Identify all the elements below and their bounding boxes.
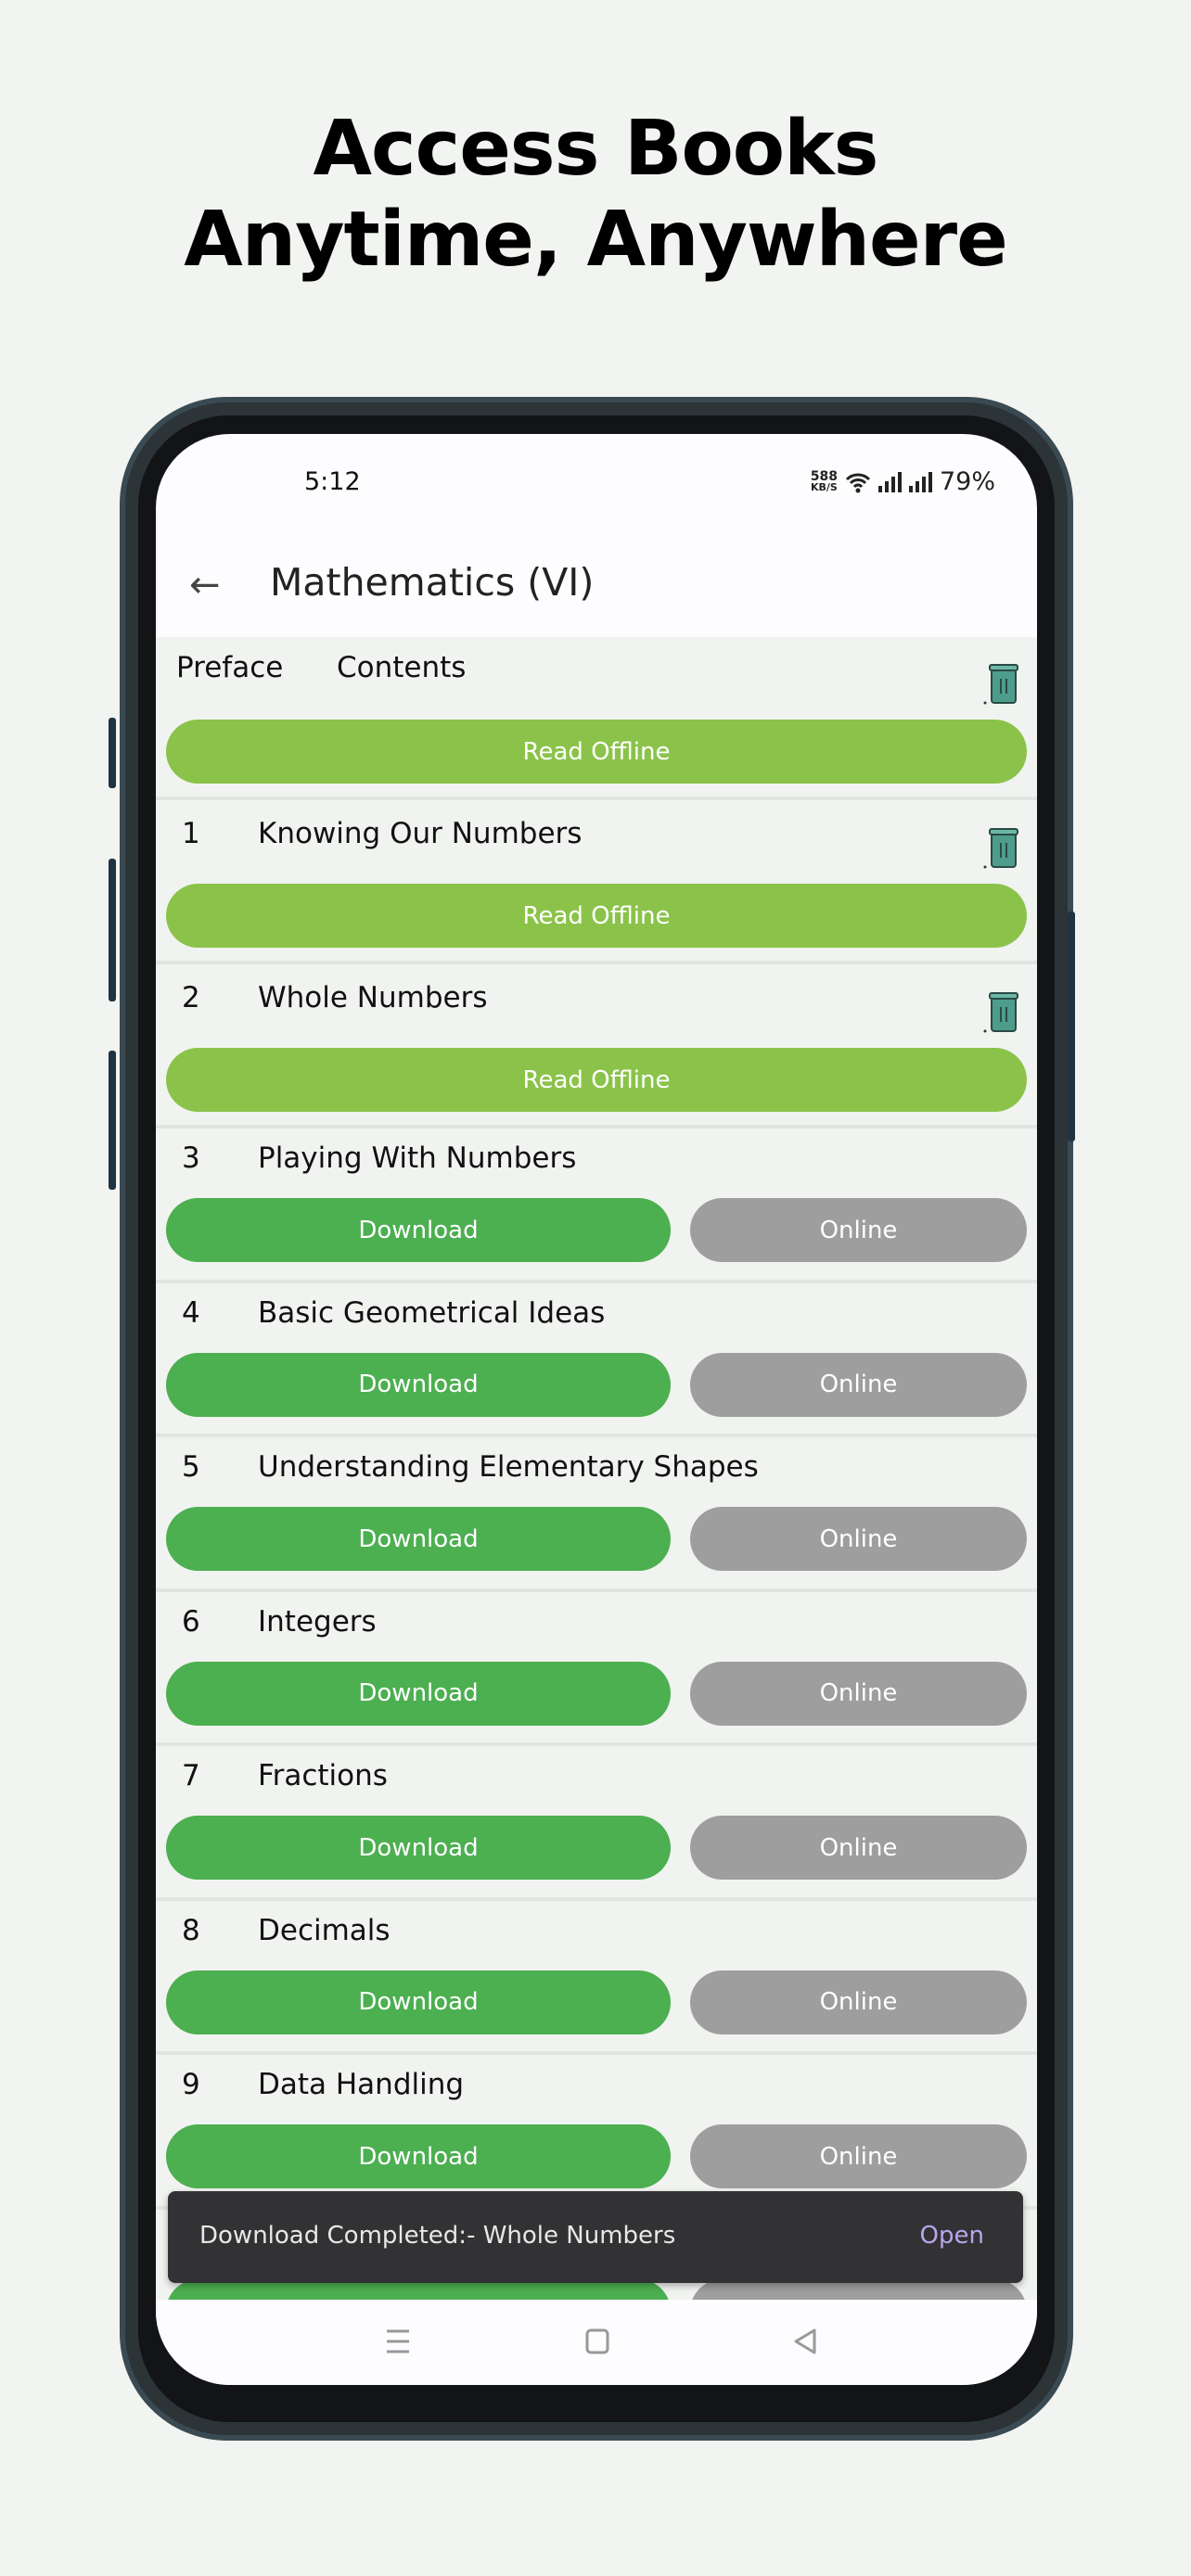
download-button[interactable]: Download <box>166 1198 671 1262</box>
chapter-row: 2 Whole Numbers Read Offline <box>156 961 1037 1125</box>
snackbar: Download Completed:- Whole Numbers Open <box>168 2191 1023 2283</box>
phone-power-button <box>1068 912 1075 1141</box>
status-bar: 5:12 588 KB/S 79% <box>156 434 1037 536</box>
phone-volume-up <box>109 859 116 1001</box>
signal-icon-1 <box>877 471 902 492</box>
chapter-number: 9 <box>182 2068 200 2101</box>
online-button[interactable]: Online <box>690 1970 1027 2034</box>
online-button[interactable]: Online <box>690 2124 1027 2188</box>
chapter-number: 5 <box>182 1450 200 1484</box>
chapter-row: 3 Playing With Numbers Download Online <box>156 1125 1037 1280</box>
back-triangle-icon[interactable] <box>792 2327 818 2355</box>
download-button[interactable]: Download <box>166 1661 671 1726</box>
system-nav-bar <box>156 2300 1037 2385</box>
phone-screen: 5:12 588 KB/S 79% ← Mathematics (VI) Pref… <box>156 434 1037 2385</box>
battery-percent: 79% <box>939 467 995 496</box>
chapter-title[interactable]: Integers <box>258 1605 377 1639</box>
online-button[interactable]: Online <box>690 1816 1027 1880</box>
chapter-row: 5 Understanding Elementary Shapes Download… <box>156 1434 1037 1588</box>
headline-line-1: Access Books <box>313 105 879 193</box>
chapter-list[interactable]: Preface Contents Read Offline 1 Knowing O… <box>156 637 1037 2385</box>
status-time: 5:12 <box>304 467 361 496</box>
chapter-number: 2 <box>182 981 200 1014</box>
read-offline-button[interactable]: Read Offline <box>166 884 1027 948</box>
online-button[interactable]: Online <box>690 1352 1027 1417</box>
network-speed: 588 KB/S <box>810 468 838 493</box>
download-button[interactable]: Download <box>166 1816 671 1880</box>
chapter-number: 7 <box>182 1759 200 1792</box>
download-button[interactable]: Download <box>166 1507 671 1571</box>
home-square-icon[interactable] <box>584 2327 610 2355</box>
chapter-title[interactable]: Basic Geometrical Ideas <box>258 1296 605 1330</box>
online-button[interactable]: Online <box>690 1198 1027 1262</box>
chapter-row: 9 Data Handling Download Online <box>156 2051 1037 2206</box>
recents-menu-icon[interactable] <box>384 2327 412 2355</box>
chapter-title[interactable]: Whole Numbers <box>258 981 488 1014</box>
chapter-title[interactable]: Understanding Elementary Shapes <box>258 1450 759 1484</box>
phone-volume-down <box>109 1051 116 1190</box>
trash-icon[interactable] <box>983 662 1020 707</box>
arrow-left-icon[interactable]: ← <box>189 564 221 606</box>
chapter-title[interactable]: Fractions <box>258 1759 388 1792</box>
snackbar-message: Download Completed:- Whole Numbers <box>199 2222 676 2250</box>
chapter-row: 1 Knowing Our Numbers Read Offline <box>156 797 1037 961</box>
contents-link[interactable]: Contents <box>337 651 466 684</box>
chapter-title[interactable]: Knowing Our Numbers <box>258 817 582 850</box>
online-button[interactable]: Online <box>690 1661 1027 1726</box>
preface-link[interactable]: Preface <box>176 651 283 684</box>
download-button[interactable]: Download <box>166 1352 671 1417</box>
download-button[interactable]: Download <box>166 2124 671 2188</box>
chapter-title[interactable]: Decimals <box>258 1914 391 1947</box>
chapter-title[interactable]: Playing With Numbers <box>258 1141 576 1175</box>
page-title: Mathematics (VI) <box>270 560 595 605</box>
chapter-number: 6 <box>182 1604 200 1639</box>
chapter-number: 3 <box>182 1141 200 1175</box>
chapter-number: 4 <box>182 1295 200 1330</box>
headline-line-2: Anytime, Anywhere <box>184 196 1007 284</box>
chapter-row: 6 Integers Download Online <box>156 1588 1037 1743</box>
trash-icon[interactable] <box>983 826 1020 871</box>
chapter-row: 7 Fractions Download Online <box>156 1742 1037 1897</box>
read-offline-button[interactable]: Read Offline <box>166 1048 1027 1112</box>
trash-icon[interactable] <box>983 990 1020 1035</box>
front-matter-row: Preface Contents Read Offline <box>156 637 1037 797</box>
phone-side-button <box>109 718 116 788</box>
online-button[interactable]: Online <box>690 1507 1027 1571</box>
chapter-title[interactable]: Data Handling <box>258 2068 464 2101</box>
chapter-number: 8 <box>182 1913 200 1947</box>
signal-icon-2 <box>908 471 932 492</box>
snackbar-open-button[interactable]: Open <box>920 2222 984 2250</box>
wifi-icon <box>845 473 871 492</box>
headline: Access Books Anytime, Anywhere <box>0 104 1191 286</box>
chapter-row: 4 Basic Geometrical Ideas Download Online <box>156 1279 1037 1435</box>
app-bar: ← Mathematics (VI) <box>156 536 1037 637</box>
chapter-number: 1 <box>182 817 200 850</box>
chapter-row: 8 Decimals Download Online <box>156 1896 1037 2052</box>
download-button[interactable]: Download <box>166 1970 671 2034</box>
read-offline-button[interactable]: Read Offline <box>166 720 1027 784</box>
